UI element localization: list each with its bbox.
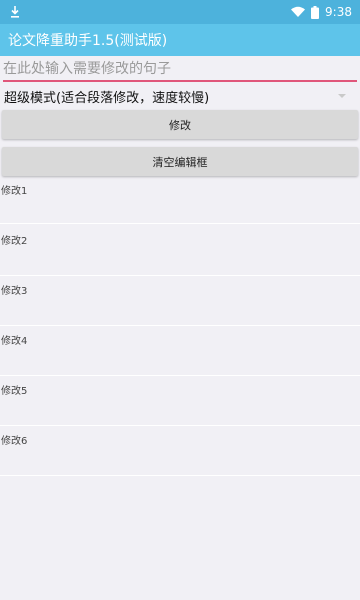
status-bar: 9:38 (0, 0, 360, 24)
result-item-2[interactable]: 修改2 (0, 226, 360, 276)
result-item-4[interactable]: 修改4 (0, 326, 360, 376)
result-item-1[interactable]: 修改1 (0, 176, 360, 224)
result-label: 修改4 (1, 336, 28, 347)
result-label: 修改2 (1, 236, 28, 247)
battery-icon (311, 5, 320, 19)
result-label: 修改3 (1, 286, 28, 297)
app-title: 论文降重助手1.5(测试版) (8, 33, 168, 49)
wifi-icon (291, 6, 306, 18)
mode-select[interactable]: 超级模式(适合段落修改，速度较慢) (4, 86, 356, 106)
result-item-6[interactable]: 修改6 (0, 426, 360, 476)
sentence-input[interactable] (3, 58, 357, 80)
app-bar: 论文降重助手1.5(测试版) (0, 24, 360, 56)
result-item-5[interactable]: 修改5 (0, 376, 360, 426)
modify-button[interactable]: 修改 (2, 110, 358, 139)
download-icon (10, 6, 20, 18)
status-time: 9:38 (325, 5, 352, 19)
result-label: 修改5 (1, 386, 28, 397)
dropdown-arrow-icon (338, 94, 346, 98)
result-label: 修改6 (1, 436, 28, 447)
mode-select-value: 超级模式(适合段落修改，速度较慢) (4, 90, 210, 106)
result-item-3[interactable]: 修改3 (0, 276, 360, 326)
clear-editor-button[interactable]: 清空编辑框 (2, 147, 358, 176)
sentence-input-container (3, 58, 357, 82)
result-label: 修改1 (1, 186, 28, 197)
